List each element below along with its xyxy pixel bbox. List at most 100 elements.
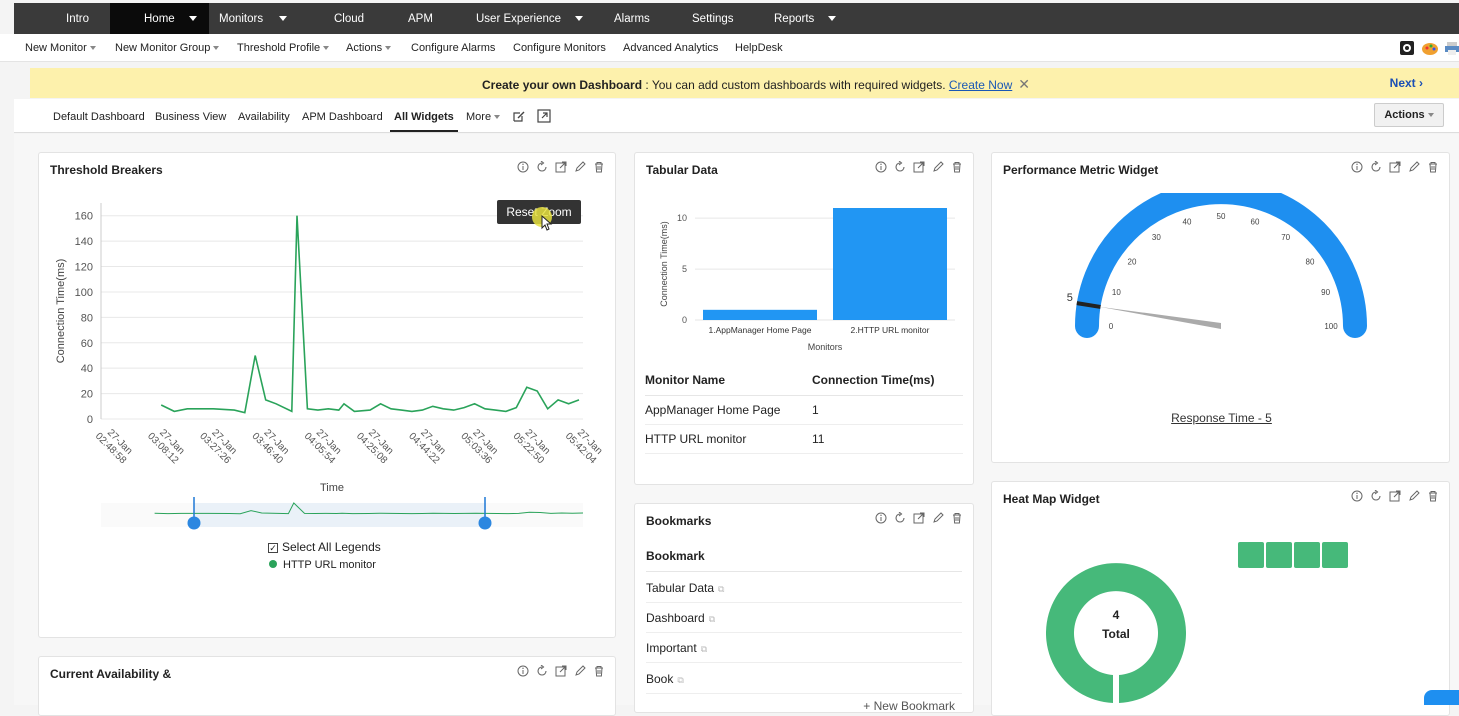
column-header: Connection Time(ms) xyxy=(811,365,963,396)
chevron-down-icon xyxy=(1427,113,1434,117)
subnav-advanced-analytics[interactable]: Advanced Analytics xyxy=(623,42,718,54)
tab-default-dashboard[interactable]: Default Dashboard xyxy=(53,111,145,123)
bookmark-item[interactable]: Tabular Data ⧉ xyxy=(646,573,962,603)
topnav-reports[interactable]: Reports xyxy=(774,3,837,34)
edit-icon[interactable] xyxy=(932,161,944,173)
bar[interactable] xyxy=(833,208,947,320)
subnav-configure-monitors[interactable]: Configure Monitors xyxy=(513,42,606,54)
refresh-icon[interactable] xyxy=(894,161,906,173)
topnav-monitors[interactable]: Monitors xyxy=(219,3,288,34)
info-icon[interactable] xyxy=(517,161,529,173)
series-line[interactable] xyxy=(160,215,580,414)
topnav-label: User Experience xyxy=(476,12,562,25)
bookmark-item[interactable]: Book ⧉ xyxy=(646,664,962,694)
widget-tools xyxy=(517,161,605,173)
widget-title: Tabular Data xyxy=(646,163,718,177)
topnav-intro[interactable]: Intro xyxy=(66,3,89,34)
refresh-icon[interactable] xyxy=(894,512,906,524)
refresh-icon[interactable] xyxy=(536,665,548,677)
new-bookmark-link[interactable]: + New Bookmark xyxy=(863,699,955,713)
delete-icon[interactable] xyxy=(593,665,605,677)
threshold-line-chart[interactable]: 0 20 40 60 80 100 120 140 160 Connection Time(ms)… xyxy=(39,183,617,563)
tabular-bar-chart[interactable]: 0 5 10 1.AppManager Home Page 2.HTTP URL mon… xyxy=(635,193,975,363)
topnav-user-experience[interactable]: User Experience xyxy=(476,3,584,34)
edit-icon[interactable] xyxy=(574,665,586,677)
x-tick-label: 2.HTTP URL monitor xyxy=(851,325,930,335)
topnav-settings[interactable]: Settings xyxy=(692,3,734,34)
tab-more[interactable]: More xyxy=(466,111,501,123)
edit-icon[interactable] xyxy=(1408,161,1420,173)
tab-all-widgets[interactable]: All Widgets xyxy=(394,111,454,123)
popout-icon[interactable] xyxy=(913,512,925,524)
navigator-handle[interactable] xyxy=(478,516,492,530)
edit-dashboard-icon[interactable] xyxy=(512,109,526,123)
bookmark-item[interactable]: Dashboard ⧉ xyxy=(646,603,962,633)
topnav-home[interactable]: Home xyxy=(110,3,209,34)
select-all-legends[interactable]: ✓ Select All Legends xyxy=(268,540,381,554)
subnav-actions[interactable]: Actions xyxy=(346,42,392,54)
subnav-threshold-profile[interactable]: Threshold Profile xyxy=(237,42,330,54)
edit-icon[interactable] xyxy=(574,161,586,173)
info-icon[interactable] xyxy=(1351,490,1363,502)
tab-apm-dashboard[interactable]: APM Dashboard xyxy=(302,111,383,123)
popout-icon[interactable] xyxy=(1389,161,1401,173)
print-icon[interactable] xyxy=(1445,40,1459,56)
info-icon[interactable] xyxy=(875,161,887,173)
edit-icon[interactable] xyxy=(932,512,944,524)
response-time-link[interactable]: Response Time - 5 xyxy=(992,411,1451,425)
popout-icon[interactable] xyxy=(555,665,567,677)
subnav-new-monitor-group[interactable]: New Monitor Group xyxy=(115,42,220,54)
palette-icon[interactable] xyxy=(1421,40,1439,56)
bar[interactable] xyxy=(703,309,817,320)
refresh-icon[interactable] xyxy=(1370,161,1382,173)
topnav-apm[interactable]: APM xyxy=(408,3,433,34)
popout-icon[interactable] xyxy=(1389,490,1401,502)
x-tick-label: 1.AppManager Home Page xyxy=(708,325,811,335)
delete-icon[interactable] xyxy=(1427,161,1439,173)
chevron-down-icon xyxy=(828,16,837,21)
delete-icon[interactable] xyxy=(593,161,605,173)
bookmark-item[interactable]: Important ⧉ xyxy=(646,633,962,663)
subnav-new-monitor[interactable]: New Monitor xyxy=(25,42,96,54)
checkbox-icon[interactable]: ✓ xyxy=(268,543,278,553)
info-icon[interactable] xyxy=(517,665,529,677)
edit-icon[interactable] xyxy=(1408,490,1420,502)
x-axis-label: Time xyxy=(320,482,344,494)
tab-business-view[interactable]: Business View xyxy=(155,111,226,123)
close-banner-icon[interactable]: ✕ xyxy=(1018,76,1030,92)
navigator-selection[interactable] xyxy=(194,503,486,527)
tab-availability[interactable]: Availability xyxy=(238,111,290,123)
delete-icon[interactable] xyxy=(951,161,963,173)
delete-icon[interactable] xyxy=(1427,490,1439,502)
heatmap-square[interactable] xyxy=(1266,542,1292,568)
chat-launcher-button[interactable] xyxy=(1424,690,1459,705)
info-icon[interactable] xyxy=(875,512,887,524)
legend-item[interactable]: HTTP URL monitor xyxy=(269,559,376,571)
subnav-configure-alarms[interactable]: Configure Alarms xyxy=(411,42,495,54)
heatmap-square[interactable] xyxy=(1322,542,1348,568)
external-link-icon: ⧉ xyxy=(718,584,725,594)
topnav-alarms[interactable]: Alarms xyxy=(614,3,650,34)
banner-text: : You can add custom dashboards with req… xyxy=(642,78,949,92)
camera-icon[interactable] xyxy=(1399,40,1415,56)
topnav-label: Cloud xyxy=(334,12,365,25)
create-now-link[interactable]: Create Now xyxy=(949,78,1012,92)
gauge-tick-label: 80 xyxy=(1306,257,1315,266)
chevron-down-icon xyxy=(494,115,501,120)
popout-icon[interactable] xyxy=(913,161,925,173)
chevron-down-icon xyxy=(213,46,220,51)
info-icon[interactable] xyxy=(1351,161,1363,173)
table-cell: AppManager Home Page xyxy=(645,395,812,425)
subnav-helpdesk[interactable]: HelpDesk xyxy=(735,42,783,54)
navigator-handle[interactable] xyxy=(187,516,201,530)
actions-dropdown-button[interactable]: Actions xyxy=(1374,103,1444,127)
refresh-icon[interactable] xyxy=(536,161,548,173)
banner-next-button[interactable]: Next › xyxy=(1390,76,1423,90)
popout-icon[interactable] xyxy=(555,161,567,173)
topnav-cloud[interactable]: Cloud xyxy=(334,3,364,34)
heatmap-square[interactable] xyxy=(1238,542,1264,568)
popout-icon[interactable] xyxy=(537,109,551,123)
refresh-icon[interactable] xyxy=(1370,490,1382,502)
heatmap-square[interactable] xyxy=(1294,542,1320,568)
delete-icon[interactable] xyxy=(951,512,963,524)
